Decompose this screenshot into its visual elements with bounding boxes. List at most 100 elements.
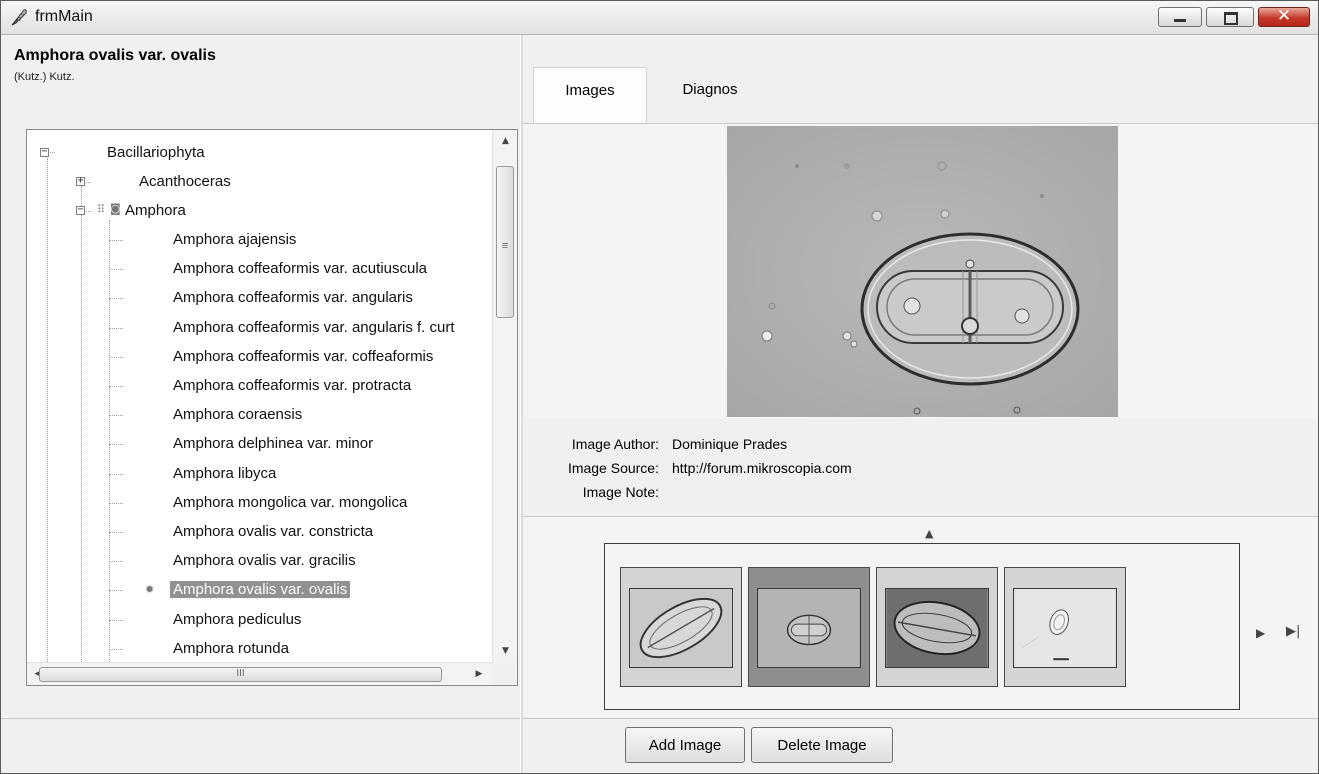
tree-node-label: Amphora ovalis var. gracilis [173, 552, 356, 569]
tree-node-species[interactable]: Amphora ajajensis [173, 227, 296, 253]
thumbnail-image [1013, 588, 1117, 668]
folder-icon: ◙ [110, 202, 121, 215]
collapse-toggle[interactable]: − [40, 147, 49, 157]
thumbnail-image [885, 588, 989, 668]
triangle-right-icon[interactable]: ▶ [468, 663, 490, 685]
triangle-up-icon[interactable]: ▲ [925, 527, 933, 540]
image-author-label: Image Author: [571, 436, 659, 452]
tree-node-species[interactable]: Amphora coraensis [173, 402, 302, 428]
tree-guide [109, 240, 123, 241]
thumbnail[interactable] [620, 567, 742, 687]
taxonomy-tree[interactable]: − Bacillariophyta + Acanthoceras − ⠿ ◙ A… [26, 129, 518, 686]
tree-node-species[interactable]: Amphora ovalis var. constricta [173, 519, 373, 545]
species-name: Amphora ovalis var. ovalis [14, 47, 216, 64]
diatom-image[interactable] [727, 126, 1118, 417]
tree-node-label: Amphora coffeaformis var. angularis [173, 289, 413, 306]
tree-guide [109, 357, 123, 358]
tree-guide [109, 415, 123, 416]
close-button[interactable]: ✕ [1258, 6, 1310, 27]
tree-node-species[interactable]: Amphora coffeaformis var. angularis [173, 285, 413, 311]
tree-node-species[interactable]: Amphora coffeaformis var. acutiuscula [173, 256, 427, 282]
thumbnail-gallery: ▲ ▶ ▶| [523, 517, 1318, 717]
tree-guide [109, 386, 123, 387]
grip-icon: ≡ [501, 240, 509, 252]
tree-node-label: Amphora ovalis var. ovalis [170, 581, 351, 598]
thumbnail-selected[interactable] [748, 567, 870, 687]
triangle-up-icon[interactable]: ▲ [493, 130, 517, 152]
tree-node-species[interactable]: Amphora libyca [173, 461, 276, 487]
tree-node-species[interactable]: Amphora rotunda [173, 636, 289, 662]
title-bar[interactable]: frmMain ✕ [1, 1, 1318, 35]
tree-guide [109, 269, 123, 270]
last-icon[interactable]: ▶| [1286, 624, 1300, 639]
tree-guide [109, 590, 123, 591]
image-source-value: http://forum.mikroscopia.com [672, 460, 852, 476]
tree-node-genus[interactable]: Acanthoceras [139, 169, 231, 195]
tree-node-species[interactable]: Amphora mongolica var. mongolica [173, 490, 407, 516]
tree-node-label: Amphora coraensis [173, 406, 303, 423]
tree-guide [109, 220, 110, 662]
image-info-panel: Image Author: Dominique Prades Image Sou… [523, 421, 1318, 517]
tree-node-species[interactable]: Amphora coffeaformis var. coffeaformis [173, 344, 433, 370]
tree-node-species[interactable]: Amphora coffeaformis var. protracta [173, 373, 411, 399]
tree-node-species[interactable]: Amphora ovalis var. gracilis [173, 548, 356, 574]
tree-node-label: Amphora rotunda [173, 640, 289, 657]
tree-node-label: Amphora pediculus [173, 611, 302, 628]
delete-image-button[interactable]: Delete Image [751, 727, 893, 763]
scroll-thumb[interactable]: III [39, 667, 442, 682]
image-viewer [523, 124, 1318, 419]
tree-vertical-scrollbar[interactable]: ▲ ≡ ▼ [492, 130, 517, 662]
thumbnail-image [629, 588, 733, 668]
main-window: frmMain ✕ Amphora ovalis var. ovalis (Ku… [0, 0, 1319, 774]
tree-node-genus[interactable]: Amphora [125, 198, 186, 224]
tree-guide [109, 620, 123, 621]
tree-guide [109, 649, 123, 650]
window-title: frmMain [35, 8, 93, 25]
species-header: Amphora ovalis var. ovalis (Kutz.) Kutz. [1, 35, 520, 121]
tree-horizontal-scrollbar[interactable]: ◀ III ▶ [27, 662, 492, 685]
tree-node-label: Amphora mongolica var. mongolica [173, 494, 408, 511]
tree-node-label: Amphora coffeaformis var. protracta [173, 377, 412, 394]
image-source-label: Image Source: [567, 460, 659, 476]
expand-toggle[interactable]: + [76, 176, 85, 186]
thumbnail[interactable] [876, 567, 998, 687]
tree-guide [109, 444, 123, 445]
tab-images[interactable]: Images [533, 67, 647, 123]
collapse-toggle[interactable]: − [76, 205, 85, 215]
add-image-button[interactable]: Add Image [625, 727, 745, 763]
tree-node-root[interactable]: Bacillariophyta [107, 140, 205, 166]
tab-diagnos[interactable]: Diagnos [665, 67, 755, 122]
image-author-value: Dominique Prades [672, 436, 788, 452]
tree-node-label: Amphora coffeaformis var. angularis f. c… [173, 319, 455, 336]
tree-node-label: Amphora coffeaformis var. acutiuscula [173, 260, 428, 277]
left-footer [1, 718, 520, 773]
minimize-button[interactable] [1158, 7, 1202, 27]
thumbnail[interactable] [1004, 567, 1126, 687]
thumbnail-strip [604, 543, 1240, 710]
close-icon: ✕ [1276, 6, 1292, 26]
triangle-down-icon[interactable]: ▼ [493, 640, 517, 662]
tree-node-label: Amphora coffeaformis var. coffeaformis [173, 348, 434, 365]
tree-node-species[interactable]: Amphora ovalis var. ovalis [170, 577, 351, 603]
thumbnail-image [757, 588, 861, 668]
tree-guide [109, 561, 123, 562]
species-author: (Kutz.) Kutz. [14, 71, 75, 83]
tree-node-label: Bacillariophyta [107, 144, 205, 161]
species-icon: ✹ [145, 583, 155, 596]
image-actions: Add Image Delete Image [523, 718, 1318, 773]
tree-node-label: Amphora libyca [173, 465, 277, 482]
tab-bar: Images Diagnos [523, 35, 1318, 124]
tree-guide [109, 328, 123, 329]
minimize-icon [1174, 19, 1186, 22]
tree-node-species[interactable]: Amphora delphinea var. minor [173, 431, 373, 457]
tree-node-species[interactable]: Amphora coffeaformis var. angularis f. c… [173, 315, 455, 341]
tree-guide [109, 474, 123, 475]
next-icon[interactable]: ▶ [1256, 626, 1265, 640]
tree-node-species[interactable]: Amphora pediculus [173, 607, 301, 633]
tree-node-label: Amphora ovalis var. constricta [173, 523, 374, 540]
maximize-button[interactable] [1206, 7, 1254, 27]
tree-guide [109, 298, 123, 299]
tree-node-label: Amphora delphinea var. minor [173, 435, 374, 452]
scroll-thumb[interactable]: ≡ [496, 166, 514, 318]
tree-node-label: Amphora [125, 202, 186, 219]
